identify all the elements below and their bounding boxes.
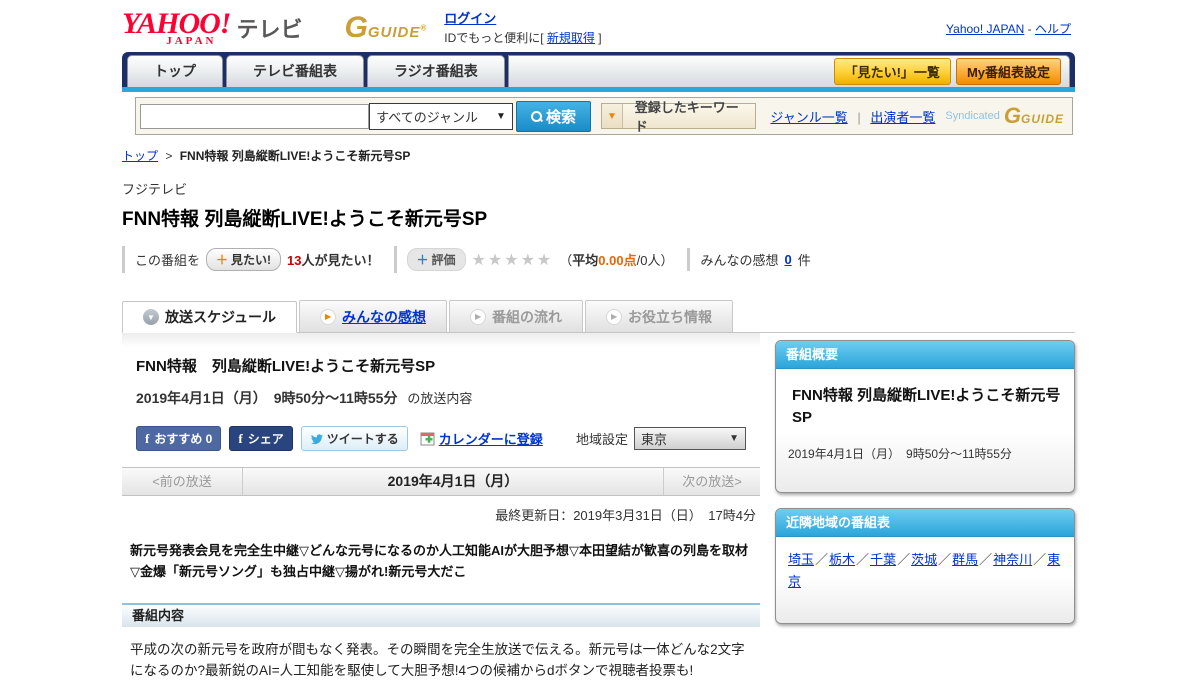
- genre-list-link[interactable]: ジャンル一覧: [770, 110, 847, 125]
- mitai-count: 13: [287, 253, 302, 268]
- mitai-prefix: この番組を: [135, 253, 201, 268]
- region-link-saitama[interactable]: 埼玉: [788, 552, 814, 567]
- search-icon: [531, 110, 542, 122]
- kanso-label: みんなの感想: [700, 253, 779, 268]
- calendar-register-link[interactable]: カレンダーに登録: [420, 429, 543, 448]
- region-link-gunma[interactable]: 群馬: [952, 552, 978, 567]
- region-link-chiba[interactable]: 千葉: [870, 552, 896, 567]
- tweet-button[interactable]: ツイートする: [300, 426, 408, 451]
- genre-select[interactable]: すべてのジャンル ▼: [369, 102, 513, 130]
- nav-tab-tv-listings[interactable]: テレビ番組表: [226, 55, 364, 87]
- chevron-down-icon: ▼: [495, 110, 506, 122]
- last-updated: 最終更新日：2019年3月31日（日） 17時4分: [495, 508, 756, 523]
- channel-name: フジテレビ: [122, 182, 188, 197]
- gguide-logo-icon: GGUIDE®: [344, 11, 427, 44]
- region-link-ibaraki[interactable]: 茨城: [911, 552, 937, 567]
- overview-header: 番組概要: [776, 341, 1074, 369]
- chevron-down-circle-icon: ▼: [143, 309, 159, 325]
- login-hint-close: ]: [598, 30, 602, 45]
- nearby-regions-box: 近隣地域の番組表 埼玉／栃木／千葉／茨城／群馬／神奈川／東京: [775, 507, 1075, 624]
- region-label: 地域設定: [575, 432, 628, 447]
- rating-button[interactable]: ＋ 評価: [406, 248, 466, 271]
- registered-keywords-button[interactable]: ▼ 登録したキーワード: [601, 100, 757, 134]
- overview-title: FNN特報 列島縦断LIVE!ようこそ新元号SP: [792, 387, 1061, 426]
- mitai-list-button[interactable]: 「見たい!」一覧: [833, 58, 951, 85]
- search-strip: すべてのジャンル ▼ 検索 ▼ 登録したキーワード ジャンル一覧 | 出演者一覧…: [135, 97, 1073, 135]
- program-summary: 新元号発表会見を完全生中継▽どんな元号になるのか人工知能AIが大胆予想▽本田望結…: [130, 543, 748, 580]
- page-title: FNN特報 列島縦断LIVE!ようこそ新元号SP: [122, 209, 488, 230]
- social-row: f おすすめ 0 f シェア ツイートする カレンダーに登録 地域設定 東京 ▼: [136, 426, 746, 451]
- chevron-right-circle-icon: ▶: [606, 308, 623, 325]
- breadcrumb-current: FNN特報 列島縦断LIVE!ようこそ新元号SP: [179, 149, 411, 163]
- facebook-icon: f: [145, 430, 150, 446]
- broadcast-datetime: 2019年4月1日（月） 9時50分～11時55分 の放送内容: [136, 390, 473, 406]
- calendar-icon: [420, 432, 435, 446]
- kanso-group: みんなの感想 0 件: [687, 248, 824, 271]
- average-score: 0.00点: [598, 253, 637, 268]
- chevron-right-circle-icon: ▶: [470, 308, 487, 325]
- twitter-icon: [310, 434, 323, 445]
- site-header: YAHOO! JAPAN テレビ GGUIDE® ログイン IDでもっと便利に[…: [122, 0, 1075, 52]
- region-link-tochigi[interactable]: 栃木: [829, 552, 855, 567]
- next-broadcast-button[interactable]: 次の放送>: [663, 468, 760, 495]
- program-tabs: ▼ 放送スケジュール ▶ みんなの感想 ▶ 番組の流れ ▶ お役立ち情報: [122, 300, 1075, 333]
- prev-broadcast-button[interactable]: <前の放送: [122, 468, 243, 495]
- chevron-down-icon: ▼: [729, 433, 739, 444]
- broadcast-date-nav: <前の放送 2019年4月1日（月） 次の放送>: [122, 467, 760, 496]
- syndicated-label: Syndicated: [945, 110, 1000, 122]
- search-input[interactable]: [140, 103, 370, 129]
- region-select[interactable]: 東京 ▼: [634, 427, 746, 450]
- program-action-row: この番組を ＋ 見たい! 13人が見たい！ ＋ 評価 ★★★★★ （平均0.00…: [122, 246, 1075, 273]
- signup-link[interactable]: 新規取得: [547, 31, 595, 45]
- service-name: テレビ: [236, 17, 303, 42]
- login-block: ログイン IDでもっと便利に[ 新規取得 ]: [444, 9, 601, 47]
- plus-icon: ＋: [416, 253, 429, 267]
- facebook-share-button[interactable]: f シェア: [229, 426, 293, 451]
- nav-filler: 「見たい!」一覧 My番組表設定: [507, 55, 1070, 87]
- login-link[interactable]: ログイン: [444, 11, 496, 26]
- login-hint: IDでもっと便利に[: [444, 30, 544, 45]
- tab-tips[interactable]: ▶ お役立ち情報: [585, 300, 734, 332]
- chevron-down-icon: ▼: [602, 104, 623, 128]
- yahoo-japan-logo-icon[interactable]: YAHOO! JAPAN: [122, 9, 231, 47]
- help-link[interactable]: ヘルプ: [1035, 22, 1071, 36]
- facebook-icon: f: [238, 430, 243, 446]
- header-links: Yahoo! JAPAN - ヘルプ: [946, 21, 1071, 36]
- program-overview-box: 番組概要 FNN特報 列島縦断LIVE!ようこそ新元号SP 2019年4月1日（…: [775, 340, 1075, 493]
- kanso-count-link[interactable]: 0: [784, 252, 791, 267]
- tab-schedule[interactable]: ▼ 放送スケジュール: [122, 301, 298, 333]
- yahoo-japan-link[interactable]: Yahoo! JAPAN: [946, 22, 1024, 36]
- broadcast-title: FNN特報 列島縦断LIVE!ようこそ新元号SP: [136, 358, 436, 375]
- content-top-gradient: [122, 333, 760, 347]
- tab-kanso[interactable]: ▶ みんなの感想: [299, 300, 448, 332]
- breadcrumb-home-link[interactable]: トップ: [122, 149, 158, 163]
- mitai-button[interactable]: ＋ 見たい!: [206, 248, 282, 271]
- main-navbar: トップ テレビ番組表 ラジオ番組表 「見たい!」一覧 My番組表設定: [122, 52, 1075, 92]
- tab-flow[interactable]: ▶ 番組の流れ: [449, 300, 584, 332]
- star-rating-icons[interactable]: ★★★★★: [472, 250, 554, 270]
- broadcast-date: 2019年4月1日（月）: [387, 473, 519, 489]
- average-label: 平均: [572, 253, 599, 268]
- nav-tab-radio-listings[interactable]: ラジオ番組表: [367, 55, 505, 87]
- nearby-links: 埼玉／栃木／千葉／茨城／群馬／神奈川／東京: [788, 551, 1061, 589]
- content-body-text: 平成の次の新元号を政府が間もなく発表。その瞬間を完全生放送で伝える。新元号は一体…: [130, 641, 745, 679]
- facebook-recommend-button[interactable]: f おすすめ 0: [136, 426, 222, 451]
- nav-accent-bar: [122, 87, 1075, 92]
- performer-list-link[interactable]: 出演者一覧: [870, 110, 935, 125]
- chevron-right-circle-icon: ▶: [320, 308, 337, 325]
- search-button[interactable]: 検索: [515, 100, 592, 132]
- my-schedule-settings-button[interactable]: My番組表設定: [955, 58, 1061, 85]
- gguide-logo-icon: GGUIDE: [1003, 103, 1064, 128]
- overview-datetime: 2019年4月1日（月） 9時50分～11時55分: [788, 446, 1012, 461]
- content-section-header: 番組内容: [122, 602, 760, 627]
- mitai-group: この番組を ＋ 見たい! 13人が見たい！: [122, 246, 394, 273]
- rating-group: ＋ 評価 ★★★★★ （平均0.00点/0人）: [393, 246, 688, 273]
- plus-icon: ＋: [216, 253, 229, 267]
- breadcrumb: トップ > FNN特報 列島縦断LIVE!ようこそ新元号SP: [122, 149, 411, 163]
- region-link-kanagawa[interactable]: 神奈川: [993, 552, 1032, 567]
- nav-tab-top[interactable]: トップ: [127, 55, 223, 87]
- nearby-header: 近隣地域の番組表: [776, 508, 1074, 537]
